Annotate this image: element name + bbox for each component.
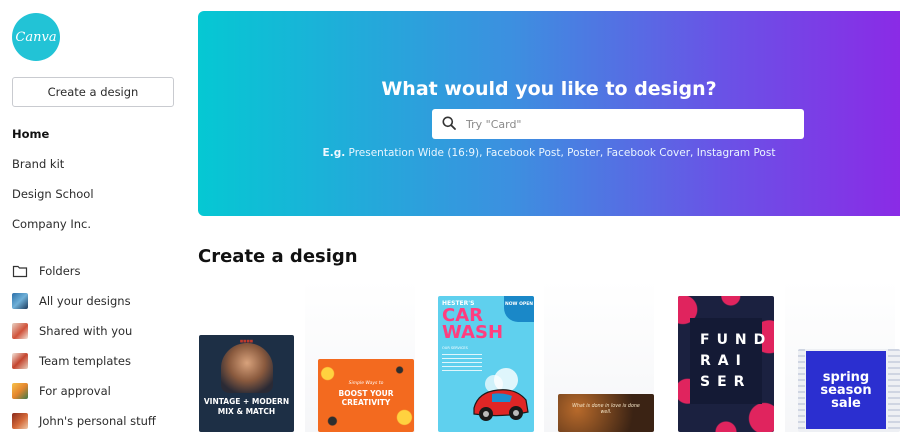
team-templates-label: Team templates [39, 354, 131, 368]
quote-text: What is done in love is done well. [572, 404, 640, 415]
example-suggestions: E.g. Presentation Wide (16:9), Facebook … [322, 147, 776, 159]
team-templates-thumbnail-icon [12, 353, 28, 369]
template-card-presentation[interactable]: ■■■■ VINTAGE + MODERN MIX & MATCH [199, 335, 294, 432]
card-tagline: ■■■■ [239, 339, 254, 343]
sidebar-all-designs[interactable]: All your designs [12, 291, 131, 311]
create-design-button[interactable]: Create a design [12, 77, 174, 107]
nav-item-home[interactable]: Home [12, 127, 49, 141]
sidebar-folders[interactable]: Folders [12, 261, 81, 281]
carwash-sub: OUR SERVICES [442, 346, 468, 350]
shared-thumbnail-icon [12, 323, 28, 339]
template-card-flyer[interactable]: FUND RAI SER [678, 296, 774, 432]
now-open-badge: NOW OPEN [504, 296, 534, 322]
sidebar-team-templates[interactable]: Team templates [12, 351, 131, 371]
design-search-box[interactable] [432, 109, 804, 139]
personal-label: John's personal stuff [39, 414, 156, 428]
design-search-input[interactable] [466, 117, 766, 131]
red-car-illustration [473, 368, 529, 421]
sidebar-for-approval[interactable]: For approval [12, 381, 111, 401]
template-card-facebook-post[interactable]: spring season sale [798, 349, 900, 432]
logo-text: Canva [15, 29, 57, 45]
folder-icon [12, 263, 28, 279]
boost-line2: CREATIVITY [341, 398, 391, 407]
approval-thumbnail-icon [12, 383, 28, 399]
canva-logo[interactable]: Canva [12, 13, 60, 61]
example-presentation-wide[interactable]: Presentation Wide (16:9) [349, 147, 480, 159]
nav-item-company[interactable]: Company Inc. [12, 217, 91, 231]
spring-line3: sale [831, 396, 861, 411]
pattern-edge-right [888, 349, 900, 432]
vintage-line2: MIX & MATCH [217, 407, 276, 416]
create-design-heading: Create a design [198, 246, 358, 267]
all-designs-label: All your designs [39, 294, 131, 308]
personal-thumbnail-icon [12, 413, 28, 429]
vintage-line1: VINTAGE + MODERN [203, 397, 290, 406]
nav-item-design-school[interactable]: Design School [12, 187, 94, 201]
hero-title: What would you like to design? [381, 78, 717, 100]
example-poster[interactable]: Poster [567, 147, 600, 159]
sidebar-personal-stuff[interactable]: John's personal stuff [12, 411, 156, 431]
sidebar-shared-with-you[interactable]: Shared with you [12, 321, 132, 341]
search-icon [442, 115, 456, 134]
examples-prefix: E.g. [322, 147, 346, 159]
example-facebook-cover[interactable]: Facebook Cover [607, 147, 690, 159]
sidebar: Canva Create a design Home Brand kit Des… [0, 0, 186, 432]
fundraiser-r2: RAI [700, 353, 748, 369]
photo-portrait [221, 343, 273, 393]
for-approval-label: For approval [39, 384, 111, 398]
shared-label: Shared with you [39, 324, 133, 338]
example-instagram-post[interactable]: Instagram Post [697, 147, 776, 159]
folders-label: Folders [39, 264, 81, 278]
template-card-facebook-cover[interactable]: What is done in love is done well. [558, 394, 654, 432]
template-card-instagram[interactable]: Simple Ways to BOOST YOUR CREATIVITY [318, 359, 414, 432]
carwash-title3: WASH [442, 322, 504, 343]
fundraiser-r1: FUND [700, 332, 773, 348]
pattern-edge-left [798, 349, 805, 432]
hero-banner: What would you like to design? E.g. Pres… [198, 11, 900, 216]
boost-line1: BOOST YOUR [338, 389, 394, 398]
nav-item-brand-kit[interactable]: Brand kit [12, 157, 64, 171]
boost-top: Simple Ways to [348, 381, 384, 386]
template-card-poster[interactable]: HESTER'S NOW OPEN CAR WASH OUR SERVICES [438, 296, 534, 432]
example-facebook-post[interactable]: Facebook Post [486, 147, 561, 159]
fundraiser-r3: SER [700, 374, 752, 390]
designs-thumbnail-icon [12, 293, 28, 309]
